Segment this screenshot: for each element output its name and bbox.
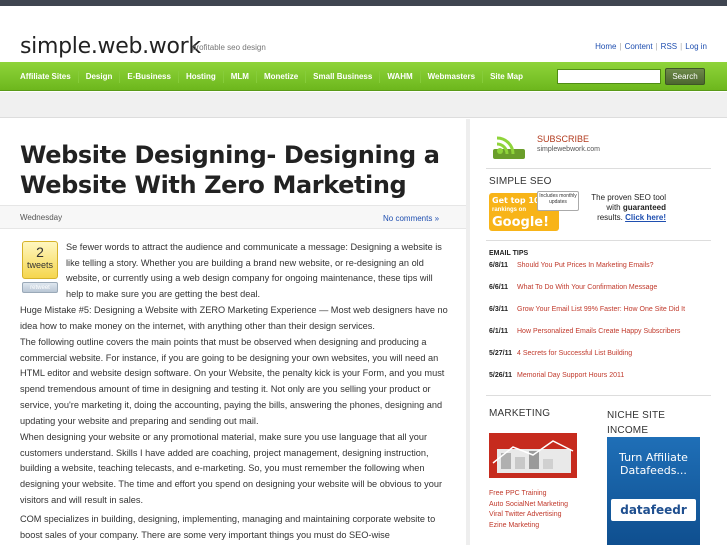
rss-link[interactable]: RSS xyxy=(661,42,677,51)
nav-item-monetize[interactable]: Monetize xyxy=(257,70,307,83)
email-tip-item[interactable]: 6/3/11 Grow Your Email List 99% Faster: H… xyxy=(489,306,685,313)
top-links: Home | Content | RSS | Log in xyxy=(595,42,707,51)
email-tip-item[interactable]: 5/27/11 4 Secrets for Successful List Bui… xyxy=(489,350,632,357)
tip-date: 5/27/11 xyxy=(489,350,512,357)
nav-list: Affiliate Sites Design E-Business Hostin… xyxy=(14,62,530,91)
home-link[interactable]: Home xyxy=(595,42,616,51)
comments-link[interactable]: No comments » xyxy=(383,214,439,223)
site-header: simple.web.work profitable seo design Ho… xyxy=(0,6,727,62)
email-tip-item[interactable]: 6/1/11 How Personalized Emails Create Hap… xyxy=(489,328,680,335)
content-link[interactable]: Content xyxy=(625,42,653,51)
tip-date: 6/3/11 xyxy=(489,306,509,313)
seo-banner-ad[interactable]: Get top 10 rankings on Google! Includes … xyxy=(489,191,666,231)
tip-link[interactable]: How Personalized Emails Create Happy Sub… xyxy=(517,328,680,335)
sidebar: SUBSCRIBE simplewebwork.com SIMPLE SEO G… xyxy=(470,119,727,545)
post-paragraph: COM specializes in building, designing, … xyxy=(20,514,436,540)
marketing-link[interactable]: Auto SocialNet Marketing xyxy=(489,500,568,511)
email-tip-item[interactable]: 6/8/11 Should You Put Prices In Marketing… xyxy=(489,262,654,269)
tip-date: 6/1/11 xyxy=(489,328,509,335)
post-paragraph: When designing your website or any promo… xyxy=(20,432,443,505)
subscribe-url: simplewebwork.com xyxy=(537,146,601,153)
datafeedr-ad[interactable]: Turn Affiliate Datafeeds... datafeedr xyxy=(607,437,700,545)
datafeedr-ad-headline: Turn Affiliate Datafeeds... xyxy=(619,451,688,477)
rss-feed-icon[interactable] xyxy=(493,135,525,159)
site-title[interactable]: simple.web.work xyxy=(20,34,201,59)
marketing-links: Free PPC Training Auto SocialNet Marketi… xyxy=(489,489,568,531)
divider xyxy=(486,240,711,241)
datafeedr-logo: datafeedr xyxy=(611,499,696,521)
badge-top-text: Get top 10 xyxy=(492,196,540,205)
tip-link[interactable]: 4 Secrets for Successful List Building xyxy=(517,350,632,357)
separator: | xyxy=(619,42,622,51)
nav-item-hosting[interactable]: Hosting xyxy=(179,70,224,83)
nav-item-e-business[interactable]: E-Business xyxy=(120,70,179,83)
post-paragraph: The following outline covers the main po… xyxy=(20,337,445,426)
nav-item-affiliate-sites[interactable]: Affiliate Sites xyxy=(14,70,79,83)
nav-item-webmasters[interactable]: Webmasters xyxy=(421,70,484,83)
search-button[interactable]: Search xyxy=(665,68,705,85)
tip-date: 6/6/11 xyxy=(489,284,509,291)
separator: | xyxy=(655,42,658,51)
seo-banner-copy: The proven SEO tool with guaranteed resu… xyxy=(581,193,666,223)
site-tagline: profitable seo design xyxy=(192,43,266,52)
subscribe-title[interactable]: SUBSCRIBE xyxy=(537,134,589,144)
seo-copy-results: results. xyxy=(597,213,623,222)
tip-link[interactable]: Should You Put Prices In Marketing Email… xyxy=(517,262,654,269)
divider xyxy=(486,168,711,169)
nav-item-site-map[interactable]: Site Map xyxy=(483,71,530,83)
nav-item-design[interactable]: Design xyxy=(79,70,121,83)
tip-link[interactable]: What To Do With Your Confirmation Messag… xyxy=(517,284,657,291)
marketing-link[interactable]: Viral Twitter Advertising xyxy=(489,510,568,521)
post-paragraph-rest: Huge Mistake #5: Designing a Website wit… xyxy=(20,304,448,331)
post-day: Wednesday xyxy=(20,213,63,222)
search-input[interactable] xyxy=(557,69,661,84)
separator: | xyxy=(680,42,683,51)
tip-link[interactable]: Memorial Day Support Hours 2011 xyxy=(517,372,624,379)
main-nav: Affiliate Sites Design E-Business Hostin… xyxy=(0,62,727,91)
includes-updates-tag: Includes monthly updates xyxy=(537,191,579,211)
post-paragraph-lead: Se fewer words to attract the audience a… xyxy=(66,242,442,300)
tip-date: 6/8/11 xyxy=(489,262,509,269)
login-link[interactable]: Log in xyxy=(685,42,707,51)
tip-link[interactable]: Grow Your Email List 99% Faster: How One… xyxy=(517,306,685,313)
post-title[interactable]: Website Designing- Designing a Website W… xyxy=(20,140,440,200)
seo-copy-guaranteed: guaranteed xyxy=(622,203,666,212)
badge-mid-text: rankings on xyxy=(492,207,527,213)
nav-item-small-business[interactable]: Small Business xyxy=(306,70,381,83)
seo-click-here-link[interactable]: Click here! xyxy=(625,213,666,222)
tip-date: 5/26/11 xyxy=(489,372,512,379)
sub-bar xyxy=(0,92,727,118)
marketing-image[interactable] xyxy=(489,433,577,478)
badge-google-text: Google! xyxy=(492,215,550,230)
main-content: Website Designing- Designing a Website W… xyxy=(0,119,466,545)
marketing-link[interactable]: Ezine Marketing xyxy=(489,521,568,532)
marketing-link[interactable]: Free PPC Training xyxy=(489,489,568,500)
post-paragraph: Se fewer words to attract the audience a… xyxy=(20,240,450,334)
nav-item-mlm[interactable]: MLM xyxy=(224,70,257,83)
email-tip-item[interactable]: 6/6/11 What To Do With Your Confirmation … xyxy=(489,284,657,291)
marketing-widget-title: MARKETING xyxy=(489,408,551,419)
divider xyxy=(486,395,711,396)
niche-widget-title: NICHE SITE INCOME xyxy=(607,410,666,436)
nav-item-wahm[interactable]: WAHM xyxy=(380,70,421,83)
seo-widget-title: SIMPLE SEO xyxy=(489,176,552,187)
post-meta: Wednesday No comments » xyxy=(0,205,466,229)
email-tips-title: EMAIL TIPS xyxy=(489,250,529,257)
marketing-chart-graphic xyxy=(489,433,577,478)
email-tip-item[interactable]: 5/26/11 Memorial Day Support Hours 2011 xyxy=(489,372,624,379)
